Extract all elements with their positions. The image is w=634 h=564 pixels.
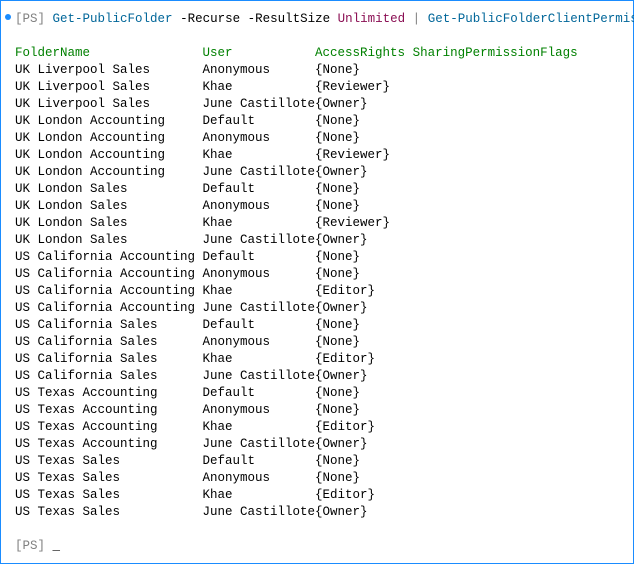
arg-value: Unlimited [338,12,406,26]
status-dot-icon [5,14,11,20]
table-row: UK London Sales Anonymous {None} [15,198,619,215]
table-row: UK London Accounting Anonymous {None} [15,130,619,147]
table-row: US Texas Accounting Khae {Editor} [15,419,619,436]
prompt-line[interactable]: [PS] _ [15,538,619,555]
table-row: UK Liverpool Sales Anonymous {None} [15,62,619,79]
table-row: UK London Accounting June Castillote{Own… [15,164,619,181]
terminal-window[interactable]: [PS] Get-PublicFolder -Recurse -ResultSi… [0,0,634,564]
table-row: US Texas Sales June Castillote{Owner} [15,504,619,521]
cursor-icon: _ [53,539,61,553]
table-row: UK London Sales Default {None} [15,181,619,198]
table-row: US California Accounting Anonymous {None… [15,266,619,283]
table-row: US California Accounting Default {None} [15,249,619,266]
table-row: US California Sales Default {None} [15,317,619,334]
table-row: UK Liverpool Sales Khae {Reviewer} [15,79,619,96]
table-row: UK London Accounting Khae {Reviewer} [15,147,619,164]
table-row: US Texas Sales Khae {Editor} [15,487,619,504]
prompt-label-2: [PS] [15,539,45,553]
table-row: US California Accounting Khae {Editor} [15,283,619,300]
args-1: -Recurse -ResultSize [180,12,330,26]
cmdlet-2: Get-PublicFolderClientPermission [428,12,634,26]
table-row: UK London Sales Khae {Reviewer} [15,215,619,232]
table-row: US Texas Accounting June Castillote{Owne… [15,436,619,453]
table-row: US Texas Sales Default {None} [15,453,619,470]
table-row: US Texas Sales Anonymous {None} [15,470,619,487]
table-row: US Texas Accounting Anonymous {None} [15,402,619,419]
table-row: UK Liverpool Sales June Castillote{Owner… [15,96,619,113]
cmdlet-1: Get-PublicFolder [53,12,173,26]
table-row: US Texas Accounting Default {None} [15,385,619,402]
command-line: [PS] Get-PublicFolder -Recurse -ResultSi… [15,11,619,28]
table-row: US California Sales Anonymous {None} [15,334,619,351]
table-row: UK London Sales June Castillote{Owner} [15,232,619,249]
table-row: US California Sales Khae {Editor} [15,351,619,368]
pipe-operator: | [413,12,421,26]
prompt-label: [PS] [15,12,45,26]
table-row: US California Sales June Castillote{Owne… [15,368,619,385]
table-body: UK Liverpool Sales Anonymous {None}UK Li… [15,62,619,521]
table-row: UK London Accounting Default {None} [15,113,619,130]
table-row: US California Accounting June Castillote… [15,300,619,317]
table-header: FolderName User AccessRights SharingPerm… [15,45,619,62]
